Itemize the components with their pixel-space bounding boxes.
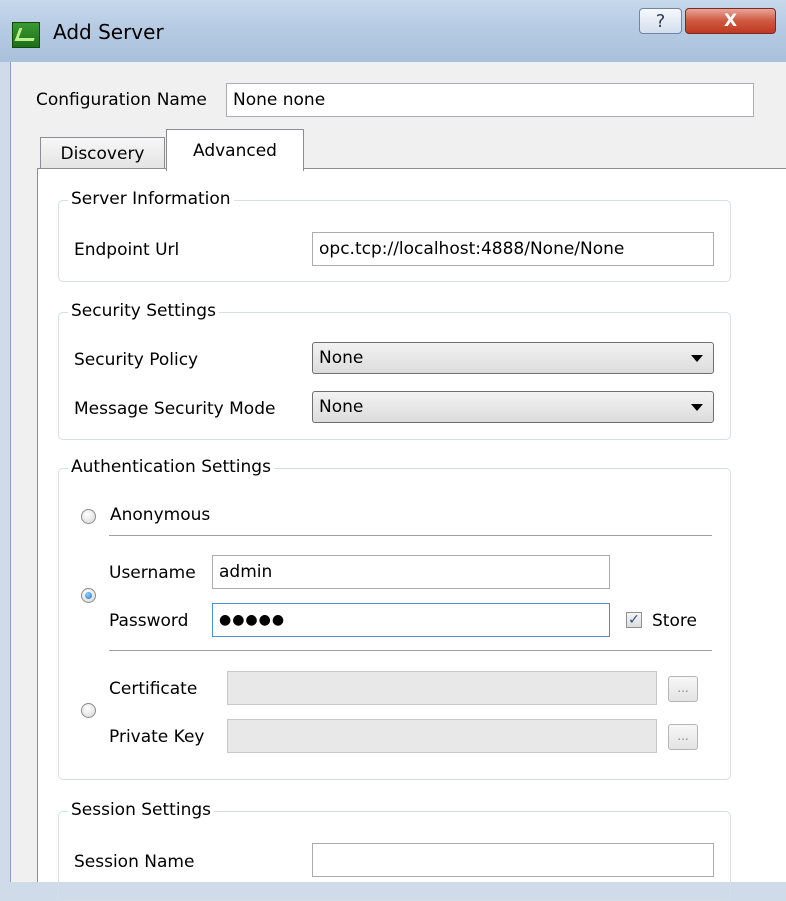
message-security-mode-label: Message Security Mode (74, 399, 276, 419)
configuration-name-input[interactable]: None none (226, 83, 754, 117)
tab-advanced[interactable]: Advanced (166, 129, 304, 171)
anonymous-label: Anonymous (110, 505, 211, 525)
security-policy-select[interactable]: None (312, 342, 714, 374)
window-title: Add Server (53, 20, 164, 44)
password-label: Password (109, 611, 189, 631)
configuration-name-label: Configuration Name (36, 90, 207, 110)
anonymous-radio[interactable] (81, 509, 96, 524)
chevron-down-icon (691, 404, 703, 411)
chevron-down-icon (691, 355, 703, 362)
advanced-tab-page: Server Information Endpoint Url opc.tcp:… (37, 168, 786, 901)
session-name-input[interactable] (312, 843, 714, 877)
message-security-mode-select[interactable]: None (312, 391, 714, 423)
security-policy-value: None (319, 348, 364, 368)
tab-discovery-label: Discovery (60, 143, 145, 164)
help-button[interactable]: ? (639, 8, 682, 34)
store-label: Store (652, 611, 697, 631)
separator (109, 650, 712, 651)
endpoint-url-label: Endpoint Url (74, 240, 180, 260)
certificate-browse-button[interactable]: ... (668, 676, 698, 702)
store-checkbox[interactable]: ✓ (626, 612, 642, 628)
certificate-radio[interactable] (81, 703, 96, 718)
separator (109, 535, 712, 536)
security-policy-label: Security Policy (74, 350, 199, 370)
title-bar: Add Server ? X (0, 0, 786, 62)
username-password-radio[interactable] (81, 588, 96, 603)
private-key-label: Private Key (109, 727, 205, 747)
message-security-mode-value: None (319, 397, 364, 417)
username-label: Username (109, 563, 196, 583)
certificate-input[interactable] (227, 671, 657, 705)
session-settings-title: Session Settings (68, 800, 214, 820)
server-information-title: Server Information (68, 189, 234, 209)
private-key-input[interactable] (227, 719, 657, 753)
private-key-browse-button[interactable]: ... (668, 724, 698, 750)
username-input[interactable]: admin (212, 555, 610, 589)
app-icon (12, 22, 40, 48)
endpoint-url-input[interactable]: opc.tcp://localhost:4888/None/None (312, 232, 714, 266)
password-input[interactable]: ●●●●● (212, 603, 610, 637)
certificate-label: Certificate (109, 679, 198, 699)
tab-advanced-label: Advanced (193, 140, 277, 161)
authentication-settings-title: Authentication Settings (68, 457, 274, 477)
security-settings-title: Security Settings (68, 301, 219, 321)
session-name-label: Session Name (74, 852, 195, 872)
dialog-body: Configuration Name None none Discovery A… (10, 62, 786, 901)
tab-discovery[interactable]: Discovery (40, 137, 165, 169)
close-button[interactable]: X (685, 8, 776, 34)
